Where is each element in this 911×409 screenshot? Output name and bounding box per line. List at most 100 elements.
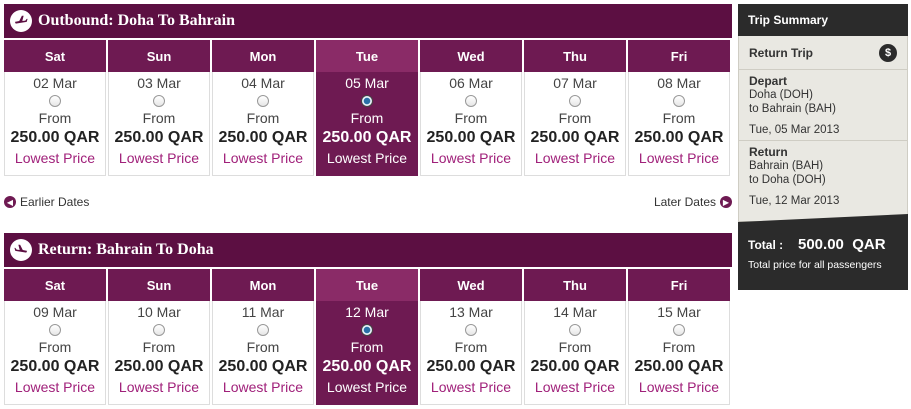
dollar-info-icon[interactable]: $ — [879, 43, 897, 62]
outbound-day-tue[interactable]: Tue 05 Mar From 250.00 QAR Lowest Price — [316, 40, 418, 176]
return-day-wed[interactable]: Wed 13 Mar From 250.00 QAR Lowest Price — [420, 269, 522, 405]
depart-label: Depart — [749, 74, 788, 88]
day-fare[interactable]: 15 Mar From 250.00 QAR Lowest Price — [628, 301, 730, 405]
fare-price: 250.00 QAR — [114, 129, 204, 146]
fare-price: 250.00 QAR — [218, 129, 308, 146]
from-label: From — [246, 110, 280, 126]
lowest-price-tag: Lowest Price — [430, 379, 512, 395]
from-label: From — [454, 110, 488, 126]
day-fare[interactable]: 12 Mar From 250.00 QAR Lowest Price — [316, 301, 418, 405]
fare-radio[interactable] — [569, 95, 581, 107]
day-fare[interactable]: 05 Mar From 250.00 QAR Lowest Price — [316, 72, 418, 176]
day-date: 07 Mar — [553, 75, 597, 91]
return-label: Return — [749, 145, 788, 159]
lowest-price-tag: Lowest Price — [118, 150, 200, 166]
day-fare[interactable]: 08 Mar From 250.00 QAR Lowest Price — [628, 72, 730, 176]
day-date: 15 Mar — [657, 304, 701, 320]
from-label: From — [142, 339, 176, 355]
return-day-sat[interactable]: Sat 09 Mar From 250.00 QAR Lowest Price — [4, 269, 106, 405]
later-dates-link[interactable]: Later Dates ▶ — [654, 195, 732, 209]
day-date: 06 Mar — [449, 75, 493, 91]
day-name: Tue — [316, 269, 418, 301]
trip-type-row: Return Trip $ — [739, 36, 907, 70]
from-label: From — [38, 110, 72, 126]
total-line: Total : 500.00 QAR — [748, 236, 898, 253]
day-date: 10 Mar — [137, 304, 181, 320]
depart-segment: Depart Doha (DOH) to Bahrain (BAH) Tue, … — [739, 70, 907, 141]
fare-price: 250.00 QAR — [114, 358, 204, 375]
outbound-day-mon[interactable]: Mon 04 Mar From 250.00 QAR Lowest Price — [212, 40, 314, 176]
fare-radio[interactable] — [673, 95, 685, 107]
fare-price: 250.00 QAR — [530, 358, 620, 375]
fare-radio[interactable] — [569, 324, 581, 336]
day-fare[interactable]: 03 Mar From 250.00 QAR Lowest Price — [108, 72, 210, 176]
depart-date: Tue, 05 Mar 2013 — [749, 124, 840, 136]
lowest-price-tag: Lowest Price — [638, 150, 720, 166]
total-currency: QAR — [852, 236, 886, 253]
outbound-day-wed[interactable]: Wed 06 Mar From 250.00 QAR Lowest Price — [420, 40, 522, 176]
return-origin: Bahrain (BAH) — [749, 160, 824, 172]
outbound-day-fri[interactable]: Fri 08 Mar From 250.00 QAR Lowest Price — [628, 40, 730, 176]
day-fare[interactable]: 13 Mar From 250.00 QAR Lowest Price — [420, 301, 522, 405]
plane-takeoff-icon — [10, 10, 32, 32]
day-name: Sat — [4, 269, 106, 301]
return-destination: to Doha (DOH) — [749, 174, 826, 186]
fare-radio[interactable] — [465, 95, 477, 107]
day-date: 09 Mar — [33, 304, 77, 320]
day-fare[interactable]: 09 Mar From 250.00 QAR Lowest Price — [4, 301, 106, 405]
return-segment: Return Bahrain (BAH) to Doha (DOH) Tue, … — [739, 141, 907, 221]
fare-radio[interactable] — [49, 95, 61, 107]
day-fare[interactable]: 04 Mar From 250.00 QAR Lowest Price — [212, 72, 314, 176]
return-day-list: Sat 09 Mar From 250.00 QAR Lowest Price … — [4, 269, 732, 405]
day-date: 04 Mar — [241, 75, 285, 91]
fare-radio[interactable] — [257, 95, 269, 107]
day-name: Sun — [108, 40, 210, 72]
return-day-fri[interactable]: Fri 15 Mar From 250.00 QAR Lowest Price — [628, 269, 730, 405]
return-day-tue[interactable]: Tue 12 Mar From 250.00 QAR Lowest Price — [316, 269, 418, 405]
fare-radio-selected[interactable] — [361, 324, 373, 336]
earlier-dates-link[interactable]: ◀ Earlier Dates — [4, 195, 89, 209]
day-fare[interactable]: 06 Mar From 250.00 QAR Lowest Price — [420, 72, 522, 176]
day-date: 14 Mar — [553, 304, 597, 320]
lowest-price-tag: Lowest Price — [534, 150, 616, 166]
outbound-day-sat[interactable]: Sat 02 Mar From 250.00 QAR Lowest Price — [4, 40, 106, 176]
fare-radio[interactable] — [153, 324, 165, 336]
lowest-price-tag: Lowest Price — [118, 379, 200, 395]
fare-radio[interactable] — [153, 95, 165, 107]
from-label: From — [350, 110, 384, 126]
lowest-price-tag: Lowest Price — [534, 379, 616, 395]
lowest-price-tag: Lowest Price — [14, 379, 96, 395]
fare-radio[interactable] — [673, 324, 685, 336]
return-day-thu[interactable]: Thu 14 Mar From 250.00 QAR Lowest Price — [524, 269, 626, 405]
from-label: From — [454, 339, 488, 355]
fare-price: 250.00 QAR — [218, 358, 308, 375]
fare-radio-selected[interactable] — [361, 95, 373, 107]
lowest-price-tag: Lowest Price — [326, 150, 408, 166]
from-label: From — [38, 339, 72, 355]
fare-price: 250.00 QAR — [322, 358, 412, 375]
fare-radio[interactable] — [257, 324, 269, 336]
fare-radio[interactable] — [49, 324, 61, 336]
lowest-price-tag: Lowest Price — [638, 379, 720, 395]
return-day-sun[interactable]: Sun 10 Mar From 250.00 QAR Lowest Price — [108, 269, 210, 405]
day-name: Fri — [628, 40, 730, 72]
depart-origin: Doha (DOH) — [749, 89, 813, 101]
outbound-day-sun[interactable]: Sun 03 Mar From 250.00 QAR Lowest Price — [108, 40, 210, 176]
day-date: 02 Mar — [33, 75, 77, 91]
day-name: Mon — [212, 269, 314, 301]
day-fare[interactable]: 10 Mar From 250.00 QAR Lowest Price — [108, 301, 210, 405]
day-fare[interactable]: 07 Mar From 250.00 QAR Lowest Price — [524, 72, 626, 176]
trip-summary-body: Return Trip $ Depart Doha (DOH) to Bahra… — [738, 36, 908, 222]
outbound-day-list: Sat 02 Mar From 250.00 QAR Lowest Price … — [4, 40, 732, 176]
return-day-mon[interactable]: Mon 11 Mar From 250.00 QAR Lowest Price — [212, 269, 314, 405]
fare-price: 250.00 QAR — [322, 129, 412, 146]
fare-radio[interactable] — [465, 324, 477, 336]
day-fare[interactable]: 14 Mar From 250.00 QAR Lowest Price — [524, 301, 626, 405]
date-navigation: ◀ Earlier Dates Later Dates ▶ — [4, 195, 732, 213]
day-fare[interactable]: 11 Mar From 250.00 QAR Lowest Price — [212, 301, 314, 405]
earlier-dates-label: Earlier Dates — [20, 195, 90, 209]
outbound-day-thu[interactable]: Thu 07 Mar From 250.00 QAR Lowest Price — [524, 40, 626, 176]
lowest-price-tag: Lowest Price — [326, 379, 408, 395]
total-value: 500.00 — [798, 236, 844, 253]
day-fare[interactable]: 02 Mar From 250.00 QAR Lowest Price — [4, 72, 106, 176]
